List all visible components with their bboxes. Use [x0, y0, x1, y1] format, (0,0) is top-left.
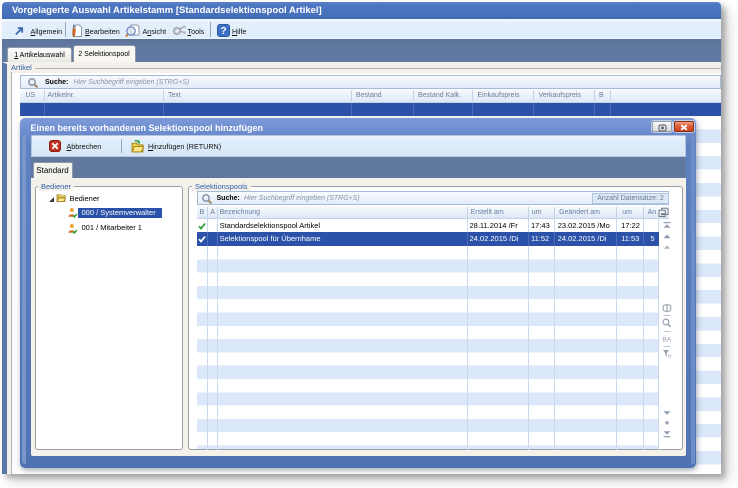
svg-text:a: a — [668, 354, 672, 360]
svg-text:BA: BA — [662, 337, 671, 344]
svg-text:?: ? — [220, 26, 226, 37]
